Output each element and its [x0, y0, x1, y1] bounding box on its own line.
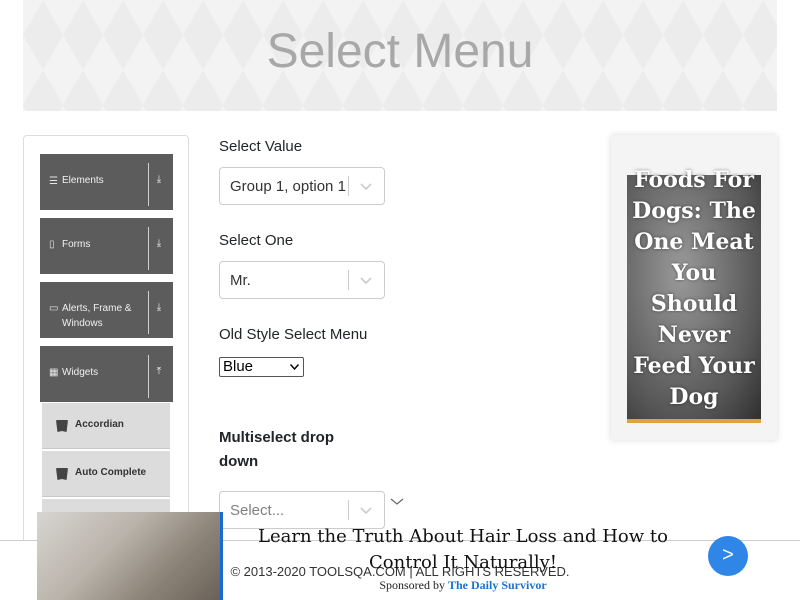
- sponsored-prefix: Sponsored by: [379, 578, 445, 592]
- multiselect-placeholder: Select...: [230, 502, 285, 519]
- old-style-select[interactable]: Blue: [219, 357, 304, 377]
- sidebar-group-alerts[interactable]: ▭ Alerts, Frame & Windows ⤓: [40, 282, 173, 338]
- bottom-ad-title[interactable]: Learn the Truth About Hair Loss and How …: [228, 524, 698, 576]
- divider: [348, 270, 349, 290]
- next-ad-button[interactable]: >: [708, 536, 748, 576]
- list-icon: ☰: [49, 176, 58, 187]
- divider: [348, 176, 349, 196]
- multiselect-label: Multiselect drop down: [219, 429, 335, 470]
- window-icon: ▭: [49, 303, 59, 314]
- divider: [148, 227, 149, 270]
- sidebar-group-forms[interactable]: ▯ Forms ⤓: [40, 218, 173, 274]
- select-one-dropdown[interactable]: Mr.: [219, 261, 385, 299]
- sidebar-item-label: Accordian: [75, 419, 124, 430]
- page-title: Select Menu: [266, 25, 534, 78]
- ad-accent-bar: [627, 419, 761, 423]
- upload-arrow-icon: ⤒: [156, 366, 162, 377]
- ad-image-border: [220, 512, 223, 600]
- grid-icon: ▦: [49, 367, 59, 378]
- page: Select Menu ☰ Elements ⤓ ▯ Forms ⤓ ▭ Ale…: [0, 0, 800, 600]
- select-one-label: Select One: [219, 232, 294, 249]
- sidebar-item-label: Auto Complete: [75, 467, 147, 478]
- select-value-current: Group 1, option 1: [230, 178, 346, 195]
- sidebar-group-label: Elements: [62, 175, 104, 186]
- chevron-down-icon[interactable]: [360, 181, 372, 191]
- sidebar-item-auto-complete[interactable]: Auto Complete: [42, 451, 170, 497]
- ad-card[interactable]: Foods For Dogs: The One Meat You Should …: [611, 135, 777, 440]
- bottom-ad-image[interactable]: [37, 512, 223, 600]
- form-icon: ▯: [49, 239, 55, 250]
- old-style-select-value: Blue: [223, 358, 254, 375]
- divider: [348, 500, 349, 520]
- divider: [148, 163, 149, 206]
- download-arrow-icon: ⤓: [156, 174, 162, 185]
- download-arrow-icon: ⤓: [156, 238, 162, 249]
- download-arrow-icon: ⤓: [156, 302, 162, 313]
- sidebar-item-accordian[interactable]: Accordian: [42, 403, 170, 449]
- select-one-current: Mr.: [230, 272, 251, 289]
- page-banner: Select Menu: [23, 0, 777, 111]
- select-value-label: Select Value: [219, 138, 303, 155]
- sidebar-group-elements[interactable]: ☰ Elements ⤓: [40, 154, 173, 210]
- chevron-down-icon: [390, 498, 404, 505]
- html5-icon: [56, 468, 68, 480]
- sidebar-group-label: Alerts, Frame & Windows: [62, 303, 132, 329]
- sponsored-line: Sponsored by The Daily Survivor: [228, 578, 698, 593]
- sidebar-group-label: Forms: [62, 239, 91, 250]
- chevron-down-icon[interactable]: [360, 275, 372, 285]
- caret-down-icon: [290, 364, 299, 370]
- sidebar-group-label: Widgets: [62, 367, 99, 378]
- select-value-dropdown[interactable]: Group 1, option 1: [219, 167, 385, 205]
- old-style-select-label: Old Style Select Menu: [219, 326, 368, 343]
- html5-icon: [56, 420, 68, 432]
- sponsor-link[interactable]: The Daily Survivor: [448, 578, 547, 592]
- divider: [148, 355, 149, 398]
- sidebar-group-widgets[interactable]: ▦ Widgets ⤒: [40, 346, 173, 402]
- divider: [148, 291, 149, 334]
- chevron-down-icon[interactable]: [360, 505, 372, 515]
- ad-headline[interactable]: Foods For Dogs: The One Meat You Should …: [627, 165, 761, 413]
